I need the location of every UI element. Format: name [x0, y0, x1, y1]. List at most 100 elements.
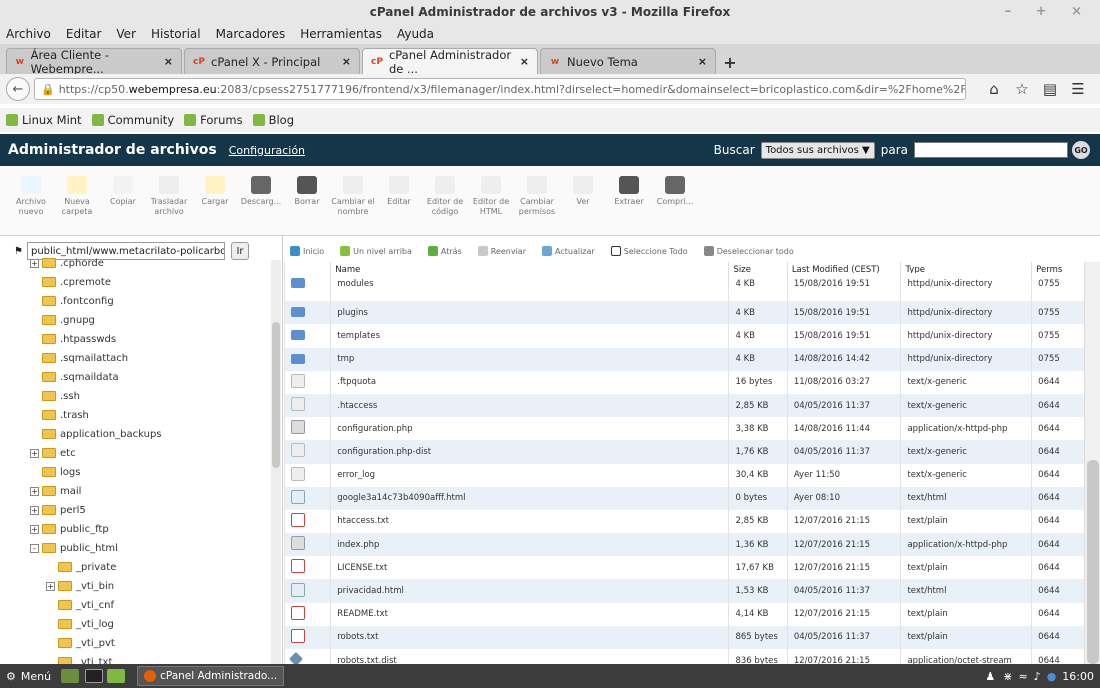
tree-node[interactable]: .trash	[42, 406, 89, 424]
file-name[interactable]: htaccess.txt	[330, 509, 729, 534]
tree-node[interactable]: .sqmailattach	[42, 349, 128, 367]
toolbar-button-2[interactable]: Copiar	[100, 166, 146, 235]
file-name[interactable]: robots.txt	[330, 625, 729, 649]
toolbar-button-3[interactable]: Trasladar archivo	[146, 166, 192, 235]
window-controls[interactable]: – + ×	[1005, 4, 1092, 19]
user-icon[interactable]: ♟	[985, 670, 995, 683]
clock[interactable]: 16:00	[1062, 670, 1094, 683]
go-button[interactable]: GO	[1072, 141, 1090, 159]
ir-button[interactable]: Ir	[230, 242, 249, 260]
tree-node[interactable]: + public_ftp	[30, 520, 109, 538]
tree-node[interactable]: .fontconfig	[42, 292, 114, 310]
toolbar-button-6[interactable]: Borrar	[284, 166, 330, 235]
toolbar-button-9[interactable]: Editor de código	[422, 166, 468, 235]
tree-node[interactable]: _vti_pvt	[58, 634, 115, 652]
menu-item-marcadores[interactable]: Marcadores	[216, 27, 286, 41]
table-row[interactable]: configuration.php-dist 1,76 KB 04/05/2016 …	[284, 440, 1084, 464]
tree-expander-icon[interactable]: +	[30, 505, 39, 515]
tree-node[interactable]: _vti_cnf	[58, 596, 114, 614]
home-icon[interactable]: ⌂	[980, 80, 1008, 98]
start-menu-button[interactable]: ⚙ Menú	[6, 670, 51, 683]
bookmark-3[interactable]: Blog	[252, 113, 294, 127]
file-list-scroll-thumb[interactable]	[1087, 460, 1099, 664]
file-name[interactable]: tmp	[330, 347, 729, 371]
close-tab-icon[interactable]: ×	[334, 55, 351, 68]
toolbar-button-10[interactable]: Editor de HTML	[468, 166, 514, 235]
tree-expander-icon[interactable]: +	[30, 524, 39, 534]
toolbar-button-11[interactable]: Cambiar permisos	[514, 166, 560, 235]
tab-0[interactable]: w Área Cliente - Webempre... ×	[6, 48, 182, 76]
nav-action-3[interactable]: Reenviar	[477, 246, 534, 256]
bookmark-1[interactable]: Community	[91, 113, 174, 127]
network-icon[interactable]: ≈	[1018, 670, 1027, 683]
tree-node[interactable]: + mail	[30, 482, 81, 500]
file-name[interactable]: templates	[330, 324, 729, 348]
toolbar-button-7[interactable]: Cambiar el nombre	[330, 166, 376, 235]
tree-expander-icon[interactable]: +	[46, 581, 55, 591]
new-tab-button[interactable]: +	[718, 50, 742, 74]
table-row[interactable]: README.txt 4,14 KB 12/07/2016 21:15 text/pl…	[284, 602, 1084, 626]
table-row[interactable]: robots.txt.dist 836 bytes 12/07/2016 21:15…	[284, 649, 1084, 664]
tree-node[interactable]: + etc	[30, 444, 76, 462]
file-name[interactable]: .htaccess	[330, 393, 729, 418]
file-name[interactable]: .ftpquota	[330, 370, 729, 394]
tree-node[interactable]: .cpremote	[42, 273, 111, 291]
close-tab-icon[interactable]: ×	[156, 55, 173, 68]
table-row[interactable]: configuration.php 3,38 KB 14/08/2016 11:44…	[284, 417, 1084, 441]
file-name[interactable]: robots.txt.dist	[330, 649, 729, 664]
tree-node[interactable]: .sqmaildata	[42, 368, 119, 386]
toolbar-button-12[interactable]: Ver	[560, 166, 606, 235]
toolbar-button-5[interactable]: Descarg...	[238, 166, 284, 235]
tree-node[interactable]: _vti_txt	[58, 653, 112, 664]
file-name[interactable]: index.php	[330, 533, 729, 557]
tree-node[interactable]: application_backups	[42, 425, 162, 443]
menu-item-historial[interactable]: Historial	[151, 27, 201, 41]
tree-node[interactable]: _vti_log	[58, 615, 114, 633]
toolbar-button-8[interactable]: Editar	[376, 166, 422, 235]
toolbar-button-4[interactable]: Cargar	[192, 166, 238, 235]
nav-action-0[interactable]: Inicio	[290, 246, 332, 256]
menu-item-herramientas[interactable]: Herramientas	[300, 27, 382, 41]
file-name[interactable]: README.txt	[330, 602, 729, 626]
table-row[interactable]: .htaccess 2,85 KB 04/05/2016 11:37 text/x-g…	[284, 393, 1084, 418]
table-row[interactable]: privacidad.html 1,53 KB 04/05/2016 11:37 te…	[284, 579, 1084, 603]
tab-2[interactable]: cP cPanel Administrador de ... ×	[362, 48, 538, 76]
table-row[interactable]: error_log 30,4 KB Ayer 11:50 text/x-generic…	[284, 463, 1084, 487]
file-name[interactable]: error_log	[330, 463, 729, 487]
menu-item-archivo[interactable]: Archivo	[6, 27, 51, 41]
nav-action-1[interactable]: Un nivel arriba	[340, 246, 420, 256]
tree-expander-icon[interactable]: +	[30, 448, 39, 458]
table-row[interactable]: templates 4 KB 15/08/2016 19:51 httpd/unix-…	[284, 324, 1084, 348]
reading-list-icon[interactable]: ▤	[1036, 80, 1064, 98]
bookmark-2[interactable]: Forums	[184, 113, 243, 127]
tree-node[interactable]: + _vti_bin	[46, 577, 114, 595]
tree-node[interactable]: logs	[42, 463, 80, 481]
search-scope-select[interactable]: Todos sus archivos ▼	[760, 141, 875, 159]
tree-node[interactable]: _private	[58, 558, 116, 576]
url-bar[interactable]: 🔒 https://cp50. webempresa.eu:2083/cpsess…	[34, 78, 966, 100]
tree-expander-icon[interactable]: +	[30, 258, 39, 268]
tree-expander-icon[interactable]: -	[30, 543, 39, 553]
tree-node[interactable]: .ssh	[42, 387, 80, 405]
tree-node[interactable]: + .cphorde	[30, 254, 104, 272]
table-row[interactable]: robots.txt 865 bytes 04/05/2016 11:37 text/…	[284, 625, 1084, 649]
file-name[interactable]: LICENSE.txt	[330, 556, 729, 580]
menu-item-ayuda[interactable]: Ayuda	[397, 27, 434, 41]
volume-icon[interactable]: ♪	[1034, 670, 1041, 683]
table-row[interactable]: .ftpquota 16 bytes 11/08/2016 03:27 text/x-…	[284, 370, 1084, 394]
toolbar-button-14[interactable]: Compri...	[652, 166, 698, 235]
toolbar-button-1[interactable]: Nueva carpeta	[54, 166, 100, 235]
tree-node[interactable]: .htpasswds	[42, 330, 116, 348]
file-name[interactable]: privacidad.html	[330, 579, 729, 603]
bluetooth-icon[interactable]: ⋇	[1003, 670, 1012, 683]
table-row[interactable]: index.php 1,36 KB 12/07/2016 21:15 applicat…	[284, 533, 1084, 557]
nav-action-5[interactable]: Seleccione Todo	[610, 246, 696, 256]
table-row[interactable]: LICENSE.txt 17,67 KB 12/07/2016 21:15 text/…	[284, 556, 1084, 580]
menu-icon[interactable]: ☰	[1064, 80, 1092, 98]
file-name[interactable]: modules	[330, 272, 729, 296]
nav-action-2[interactable]: Atrás	[427, 246, 470, 256]
nav-action-4[interactable]: Actualizar	[542, 246, 603, 256]
table-row[interactable]: tmp 4 KB 14/08/2016 14:42 httpd/unix-direct…	[284, 347, 1084, 371]
update-shield-icon[interactable]: ●	[1047, 670, 1057, 683]
show-desktop-icon[interactable]	[61, 669, 80, 683]
